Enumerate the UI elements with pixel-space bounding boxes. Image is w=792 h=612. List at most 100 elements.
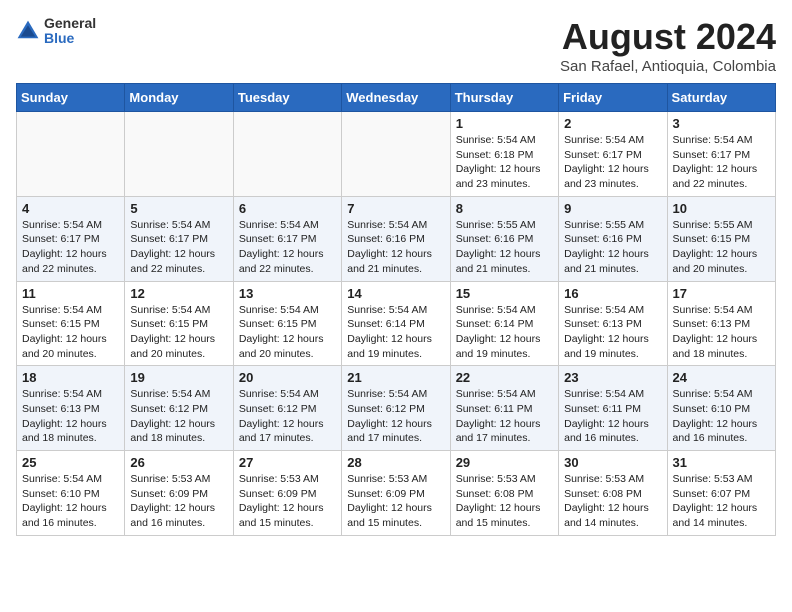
- day-number: 14: [347, 286, 444, 301]
- day-number: 17: [673, 286, 770, 301]
- calendar-cell: 11Sunrise: 5:54 AM Sunset: 6:15 PM Dayli…: [17, 281, 125, 366]
- day-info: Sunrise: 5:53 AM Sunset: 6:08 PM Dayligh…: [564, 472, 661, 531]
- day-info: Sunrise: 5:54 AM Sunset: 6:14 PM Dayligh…: [456, 303, 553, 362]
- calendar-cell: 15 Sunrise: 5:54 AM Sunset: 6:14 PM Dayli…: [450, 281, 558, 366]
- weekday-header-wednesday: Wednesday: [342, 84, 450, 112]
- calendar-cell: 25 Sunrise: 5:54 AM Sunset: 6:10 PM Dayli…: [17, 451, 125, 536]
- calendar-cell: 27Sunrise: 5:53 AM Sunset: 6:09 PM Dayli…: [233, 451, 341, 536]
- calendar-cell: 7 Sunrise: 5:54 AM Sunset: 6:16 PM Daylig…: [342, 196, 450, 281]
- calendar-cell: 23 Sunrise: 5:54 AM Sunset: 6:11 PM Dayli…: [559, 366, 667, 451]
- day-info: Sunrise: 5:53 AM Sunset: 6:08 PM Dayligh…: [456, 472, 553, 531]
- calendar-cell: 3 Sunrise: 5:54 AM Sunset: 6:17 PM Daylig…: [667, 112, 775, 197]
- day-info: Sunrise: 5:54 AM Sunset: 6:17 PM Dayligh…: [239, 218, 336, 277]
- day-number: 26: [130, 455, 227, 470]
- calendar-cell: 19 Sunrise: 5:54 AM Sunset: 6:12 PM Dayli…: [125, 366, 233, 451]
- calendar-cell: 10Sunrise: 5:55 AM Sunset: 6:15 PM Dayli…: [667, 196, 775, 281]
- day-info: Sunrise: 5:55 AM Sunset: 6:16 PM Dayligh…: [564, 218, 661, 277]
- calendar-cell: 31 Sunrise: 5:53 AM Sunset: 6:07 PM Dayli…: [667, 451, 775, 536]
- calendar-cell: [342, 112, 450, 197]
- weekday-header-tuesday: Tuesday: [233, 84, 341, 112]
- calendar-cell: 26 Sunrise: 5:53 AM Sunset: 6:09 PM Dayli…: [125, 451, 233, 536]
- day-info: Sunrise: 5:54 AM Sunset: 6:17 PM Dayligh…: [673, 133, 770, 192]
- day-info: Sunrise: 5:55 AM Sunset: 6:16 PM Dayligh…: [456, 218, 553, 277]
- day-info: Sunrise: 5:54 AM Sunset: 6:14 PM Dayligh…: [347, 303, 444, 362]
- calendar-cell: 17 Sunrise: 5:54 AM Sunset: 6:13 PM Dayli…: [667, 281, 775, 366]
- day-number: 6: [239, 201, 336, 216]
- day-number: 1: [456, 116, 553, 131]
- day-info: Sunrise: 5:54 AM Sunset: 6:12 PM Dayligh…: [130, 387, 227, 446]
- calendar-cell: [233, 112, 341, 197]
- day-info: Sunrise: 5:54 AM Sunset: 6:13 PM Dayligh…: [673, 303, 770, 362]
- day-info: Sunrise: 5:54 AM Sunset: 6:15 PM Dayligh…: [22, 303, 119, 362]
- day-info: Sunrise: 5:55 AM Sunset: 6:15 PM Dayligh…: [673, 218, 770, 277]
- day-number: 3: [673, 116, 770, 131]
- calendar-cell: 20Sunrise: 5:54 AM Sunset: 6:12 PM Dayli…: [233, 366, 341, 451]
- calendar-cell: 13Sunrise: 5:54 AM Sunset: 6:15 PM Dayli…: [233, 281, 341, 366]
- day-number: 2: [564, 116, 661, 131]
- day-info: Sunrise: 5:54 AM Sunset: 6:13 PM Dayligh…: [22, 387, 119, 446]
- weekday-header-thursday: Thursday: [450, 84, 558, 112]
- day-info: Sunrise: 5:54 AM Sunset: 6:10 PM Dayligh…: [22, 472, 119, 531]
- day-number: 5: [130, 201, 227, 216]
- day-info: Sunrise: 5:54 AM Sunset: 6:18 PM Dayligh…: [456, 133, 553, 192]
- location-title: San Rafael, Antioquia, Colombia: [560, 58, 776, 75]
- day-number: 31: [673, 455, 770, 470]
- calendar-cell: 2 Sunrise: 5:54 AM Sunset: 6:17 PM Daylig…: [559, 112, 667, 197]
- day-info: Sunrise: 5:54 AM Sunset: 6:11 PM Dayligh…: [564, 387, 661, 446]
- day-number: 16: [564, 286, 661, 301]
- day-info: Sunrise: 5:54 AM Sunset: 6:16 PM Dayligh…: [347, 218, 444, 277]
- weekday-header-monday: Monday: [125, 84, 233, 112]
- week-row-4: 18Sunrise: 5:54 AM Sunset: 6:13 PM Dayli…: [17, 366, 776, 451]
- day-info: Sunrise: 5:54 AM Sunset: 6:15 PM Dayligh…: [130, 303, 227, 362]
- calendar-cell: 12 Sunrise: 5:54 AM Sunset: 6:15 PM Dayli…: [125, 281, 233, 366]
- calendar-cell: 30Sunrise: 5:53 AM Sunset: 6:08 PM Dayli…: [559, 451, 667, 536]
- calendar-cell: [125, 112, 233, 197]
- day-number: 9: [564, 201, 661, 216]
- calendar-cell: 18Sunrise: 5:54 AM Sunset: 6:13 PM Dayli…: [17, 366, 125, 451]
- day-number: 4: [22, 201, 119, 216]
- day-number: 23: [564, 370, 661, 385]
- day-number: 15: [456, 286, 553, 301]
- calendar-cell: 29 Sunrise: 5:53 AM Sunset: 6:08 PM Dayli…: [450, 451, 558, 536]
- title-section: August 2024 San Rafael, Antioquia, Colom…: [560, 16, 776, 75]
- calendar-cell: 14 Sunrise: 5:54 AM Sunset: 6:14 PM Dayli…: [342, 281, 450, 366]
- day-number: 24: [673, 370, 770, 385]
- day-number: 20: [239, 370, 336, 385]
- day-info: Sunrise: 5:54 AM Sunset: 6:17 PM Dayligh…: [130, 218, 227, 277]
- day-number: 7: [347, 201, 444, 216]
- day-number: 8: [456, 201, 553, 216]
- day-info: Sunrise: 5:54 AM Sunset: 6:15 PM Dayligh…: [239, 303, 336, 362]
- day-info: Sunrise: 5:53 AM Sunset: 6:09 PM Dayligh…: [130, 472, 227, 531]
- day-info: Sunrise: 5:54 AM Sunset: 6:13 PM Dayligh…: [564, 303, 661, 362]
- weekday-header-friday: Friday: [559, 84, 667, 112]
- day-info: Sunrise: 5:54 AM Sunset: 6:17 PM Dayligh…: [22, 218, 119, 277]
- day-info: Sunrise: 5:54 AM Sunset: 6:10 PM Dayligh…: [673, 387, 770, 446]
- weekday-header-sunday: Sunday: [17, 84, 125, 112]
- page-header: General Blue August 2024 San Rafael, Ant…: [16, 16, 776, 75]
- calendar-cell: [17, 112, 125, 197]
- day-number: 19: [130, 370, 227, 385]
- day-info: Sunrise: 5:54 AM Sunset: 6:12 PM Dayligh…: [347, 387, 444, 446]
- calendar-cell: 21 Sunrise: 5:54 AM Sunset: 6:12 PM Dayli…: [342, 366, 450, 451]
- day-number: 25: [22, 455, 119, 470]
- day-info: Sunrise: 5:53 AM Sunset: 6:09 PM Dayligh…: [239, 472, 336, 531]
- calendar-cell: 28Sunrise: 5:53 AM Sunset: 6:09 PM Dayli…: [342, 451, 450, 536]
- day-number: 21: [347, 370, 444, 385]
- day-info: Sunrise: 5:54 AM Sunset: 6:17 PM Dayligh…: [564, 133, 661, 192]
- day-info: Sunrise: 5:54 AM Sunset: 6:11 PM Dayligh…: [456, 387, 553, 446]
- day-info: Sunrise: 5:53 AM Sunset: 6:07 PM Dayligh…: [673, 472, 770, 531]
- calendar-cell: 4 Sunrise: 5:54 AM Sunset: 6:17 PM Daylig…: [17, 196, 125, 281]
- calendar-cell: 8 Sunrise: 5:55 AM Sunset: 6:16 PM Daylig…: [450, 196, 558, 281]
- week-row-5: 25 Sunrise: 5:54 AM Sunset: 6:10 PM Dayli…: [17, 451, 776, 536]
- logo-blue-text: Blue: [44, 31, 96, 46]
- day-number: 29: [456, 455, 553, 470]
- calendar-table: SundayMondayTuesdayWednesdayThursdayFrid…: [16, 83, 776, 536]
- calendar-cell: 1 Sunrise: 5:54 AM Sunset: 6:18 PM Daylig…: [450, 112, 558, 197]
- day-number: 12: [130, 286, 227, 301]
- week-row-1: 1 Sunrise: 5:54 AM Sunset: 6:18 PM Daylig…: [17, 112, 776, 197]
- calendar-cell: 5 Sunrise: 5:54 AM Sunset: 6:17 PM Daylig…: [125, 196, 233, 281]
- calendar-cell: 24 Sunrise: 5:54 AM Sunset: 6:10 PM Dayli…: [667, 366, 775, 451]
- day-number: 22: [456, 370, 553, 385]
- calendar-cell: 6 Sunrise: 5:54 AM Sunset: 6:17 PM Daylig…: [233, 196, 341, 281]
- calendar-cell: 9 Sunrise: 5:55 AM Sunset: 6:16 PM Daylig…: [559, 196, 667, 281]
